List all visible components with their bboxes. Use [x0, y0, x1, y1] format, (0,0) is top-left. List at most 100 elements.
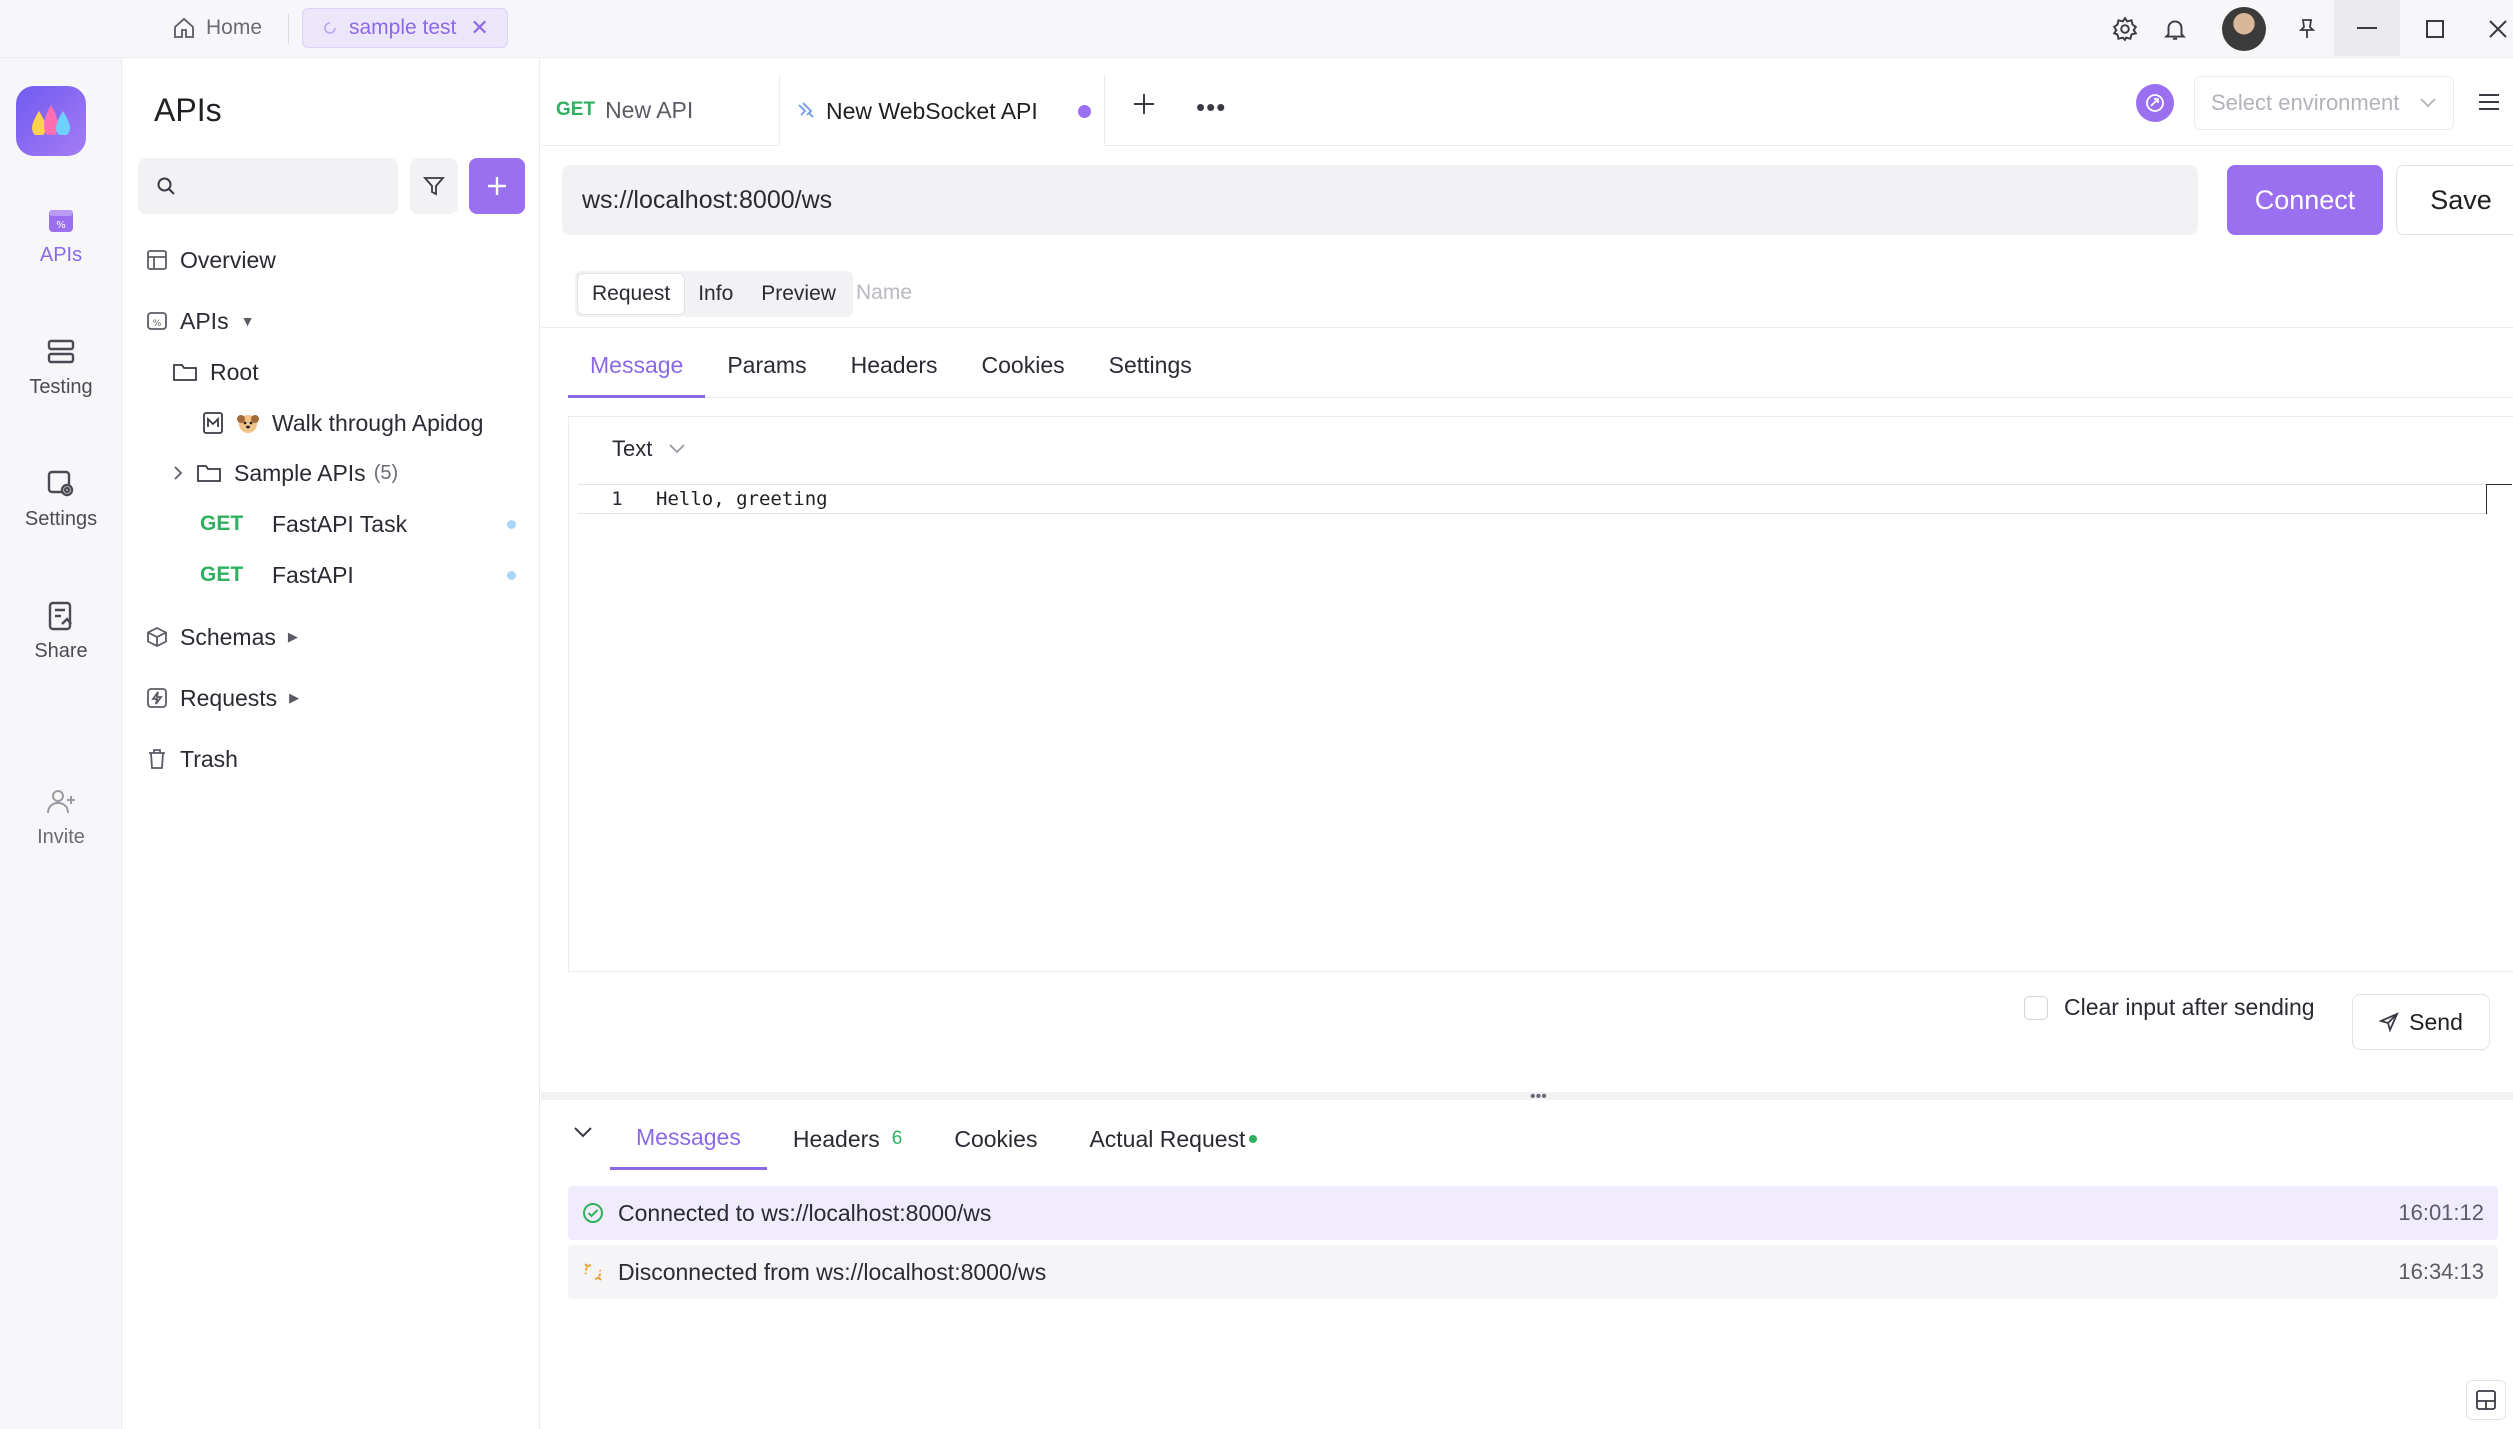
- gear-icon[interactable]: [2108, 12, 2142, 46]
- tab-params[interactable]: Params: [705, 330, 828, 398]
- tree-item-fastapi-task[interactable]: GET FastAPI Task: [200, 504, 516, 544]
- message-row[interactable]: Connected to ws://localhost:8000/ws 16:0…: [568, 1186, 2498, 1240]
- tab-response-headers[interactable]: Headers 6: [767, 1108, 929, 1170]
- folder-icon: [172, 361, 198, 383]
- sample-apis-label: Sample APIs: [234, 459, 366, 486]
- message-text: Connected to ws://localhost:8000/ws: [618, 1199, 992, 1226]
- tree-item-walkthrough[interactable]: Walk through Apidog: [202, 403, 483, 443]
- tab-websocket-api[interactable]: New WebSocket API: [779, 74, 1105, 146]
- close-window-icon[interactable]: [2484, 12, 2512, 46]
- editor-scrollbar[interactable]: [2486, 484, 2512, 514]
- unsaved-dot: [507, 570, 516, 580]
- layout-toggle-icon[interactable]: [2466, 1380, 2506, 1420]
- filter-button[interactable]: [410, 158, 458, 214]
- overview-label: Overview: [180, 246, 276, 273]
- rail-item-testing[interactable]: Testing: [0, 336, 122, 399]
- tab-headers-label: Headers: [792, 1125, 880, 1152]
- sidebar-item-overview[interactable]: Overview: [146, 240, 276, 280]
- close-icon[interactable]: ✕: [470, 15, 488, 41]
- share-icon: [45, 600, 77, 632]
- sidebar-item-requests[interactable]: Requests ▶: [146, 678, 299, 718]
- seg-info[interactable]: Info: [684, 274, 747, 314]
- tree-item-root[interactable]: Root: [172, 352, 259, 392]
- tab-response-cookies[interactable]: Cookies: [928, 1108, 1063, 1170]
- home-tab-label: Home: [206, 16, 263, 39]
- rail-item-apis[interactable]: % APIs: [0, 204, 122, 267]
- tab-settings[interactable]: Settings: [1087, 330, 1214, 398]
- url-input[interactable]: ws://localhost:8000/ws: [562, 165, 2198, 235]
- sidebar-item-schemas[interactable]: Schemas ▶: [146, 617, 298, 657]
- request-subtabs: Message Params Headers Cookies Settings: [568, 330, 2513, 398]
- method-badge: GET: [200, 512, 244, 535]
- tab-new-api[interactable]: GET New API: [556, 74, 693, 146]
- rail-label-settings: Settings: [24, 508, 98, 530]
- code-line[interactable]: 1 Hello, greeting: [578, 484, 2488, 514]
- pin-icon[interactable]: [2290, 12, 2324, 46]
- tab-label: New API: [605, 96, 694, 123]
- walkthrough-label: Walk through Apidog: [272, 409, 484, 436]
- more-icon[interactable]: •••: [1196, 92, 1226, 123]
- avatar[interactable]: [2222, 7, 2266, 51]
- message-text: Disconnected from ws://localhost:8000/ws: [618, 1258, 1047, 1285]
- panel-resizer[interactable]: [541, 1092, 2513, 1100]
- tab-messages[interactable]: Messages: [610, 1108, 767, 1170]
- code-text: Hello, greeting: [656, 488, 828, 510]
- headers-count-badge: 6: [891, 1128, 903, 1149]
- seg-preview[interactable]: Preview: [747, 274, 850, 314]
- tab-cookies[interactable]: Cookies: [960, 330, 1087, 398]
- lightning-icon: [146, 687, 168, 709]
- tab-headers[interactable]: Headers: [829, 330, 960, 398]
- response-tabs: Messages Headers 6 Cookies Actual Request: [610, 1108, 1283, 1170]
- sample-apis-count: (5): [373, 461, 399, 484]
- home-tab[interactable]: Home: [154, 8, 280, 48]
- save-button[interactable]: Save: [2396, 165, 2513, 235]
- name-input[interactable]: Name: [856, 281, 912, 305]
- minimize-icon[interactable]: [2334, 0, 2400, 56]
- rail-item-share[interactable]: Share: [0, 600, 122, 663]
- clear-input-option[interactable]: Clear input after sending: [2024, 994, 2315, 1021]
- websocket-icon: [796, 101, 816, 121]
- sidebar-item-trash[interactable]: Trash: [146, 739, 238, 779]
- maximize-icon[interactable]: [2418, 12, 2452, 46]
- new-tab-plus-icon[interactable]: [1128, 88, 1160, 120]
- clear-input-checkbox[interactable]: [2024, 995, 2048, 1020]
- tab-message[interactable]: Message: [568, 330, 706, 398]
- project-tab-label: sample test: [349, 16, 457, 39]
- tree-item-fastapi[interactable]: GET FastAPI: [200, 555, 516, 595]
- environment-icon[interactable]: [2136, 84, 2174, 122]
- tab-cookies-label: Cookies: [954, 1125, 1038, 1152]
- rail-item-settings[interactable]: Settings: [0, 468, 122, 531]
- send-icon: [2379, 1012, 2399, 1032]
- search-box[interactable]: [138, 158, 398, 214]
- environment-select[interactable]: Select environment: [2194, 76, 2454, 130]
- send-label: Send: [2409, 1008, 2463, 1035]
- trash-icon: [146, 748, 168, 770]
- bell-icon[interactable]: [2158, 12, 2192, 46]
- rail-label-share: Share: [34, 640, 88, 662]
- add-button[interactable]: [469, 158, 525, 214]
- apis-folder-icon: %: [146, 310, 168, 332]
- hamburger-menu-icon[interactable]: [2476, 90, 2502, 114]
- method-badge: GET: [200, 563, 244, 586]
- search-icon: [156, 176, 176, 196]
- tree-item-sample-apis[interactable]: Sample APIs (5): [172, 453, 398, 493]
- resize-handle-icon[interactable]: •••: [1530, 1088, 1547, 1106]
- sidebar-item-apis[interactable]: % APIs ▼: [146, 301, 254, 341]
- seg-request[interactable]: Request: [578, 274, 685, 314]
- dog-icon: [236, 411, 260, 435]
- search-input[interactable]: [186, 174, 376, 198]
- sidebar-title: APIs: [154, 92, 222, 128]
- collapse-chevron-icon[interactable]: [572, 1124, 594, 1140]
- caret-right-icon: ▶: [289, 690, 300, 705]
- project-tab[interactable]: sample test ✕: [302, 8, 508, 48]
- message-row[interactable]: Disconnected from ws://localhost:8000/ws…: [568, 1245, 2498, 1299]
- body-type-select[interactable]: Text: [612, 436, 686, 462]
- send-button[interactable]: Send: [2352, 994, 2490, 1050]
- connect-button[interactable]: Connect: [2227, 165, 2383, 235]
- chevron-down-icon: [2419, 97, 2437, 109]
- root-label: Root: [210, 358, 259, 385]
- tab-actual-request[interactable]: Actual Request: [1063, 1108, 1283, 1170]
- rail-item-invite[interactable]: Invite: [0, 786, 122, 849]
- home-icon: [172, 16, 196, 40]
- testing-icon: [45, 336, 77, 368]
